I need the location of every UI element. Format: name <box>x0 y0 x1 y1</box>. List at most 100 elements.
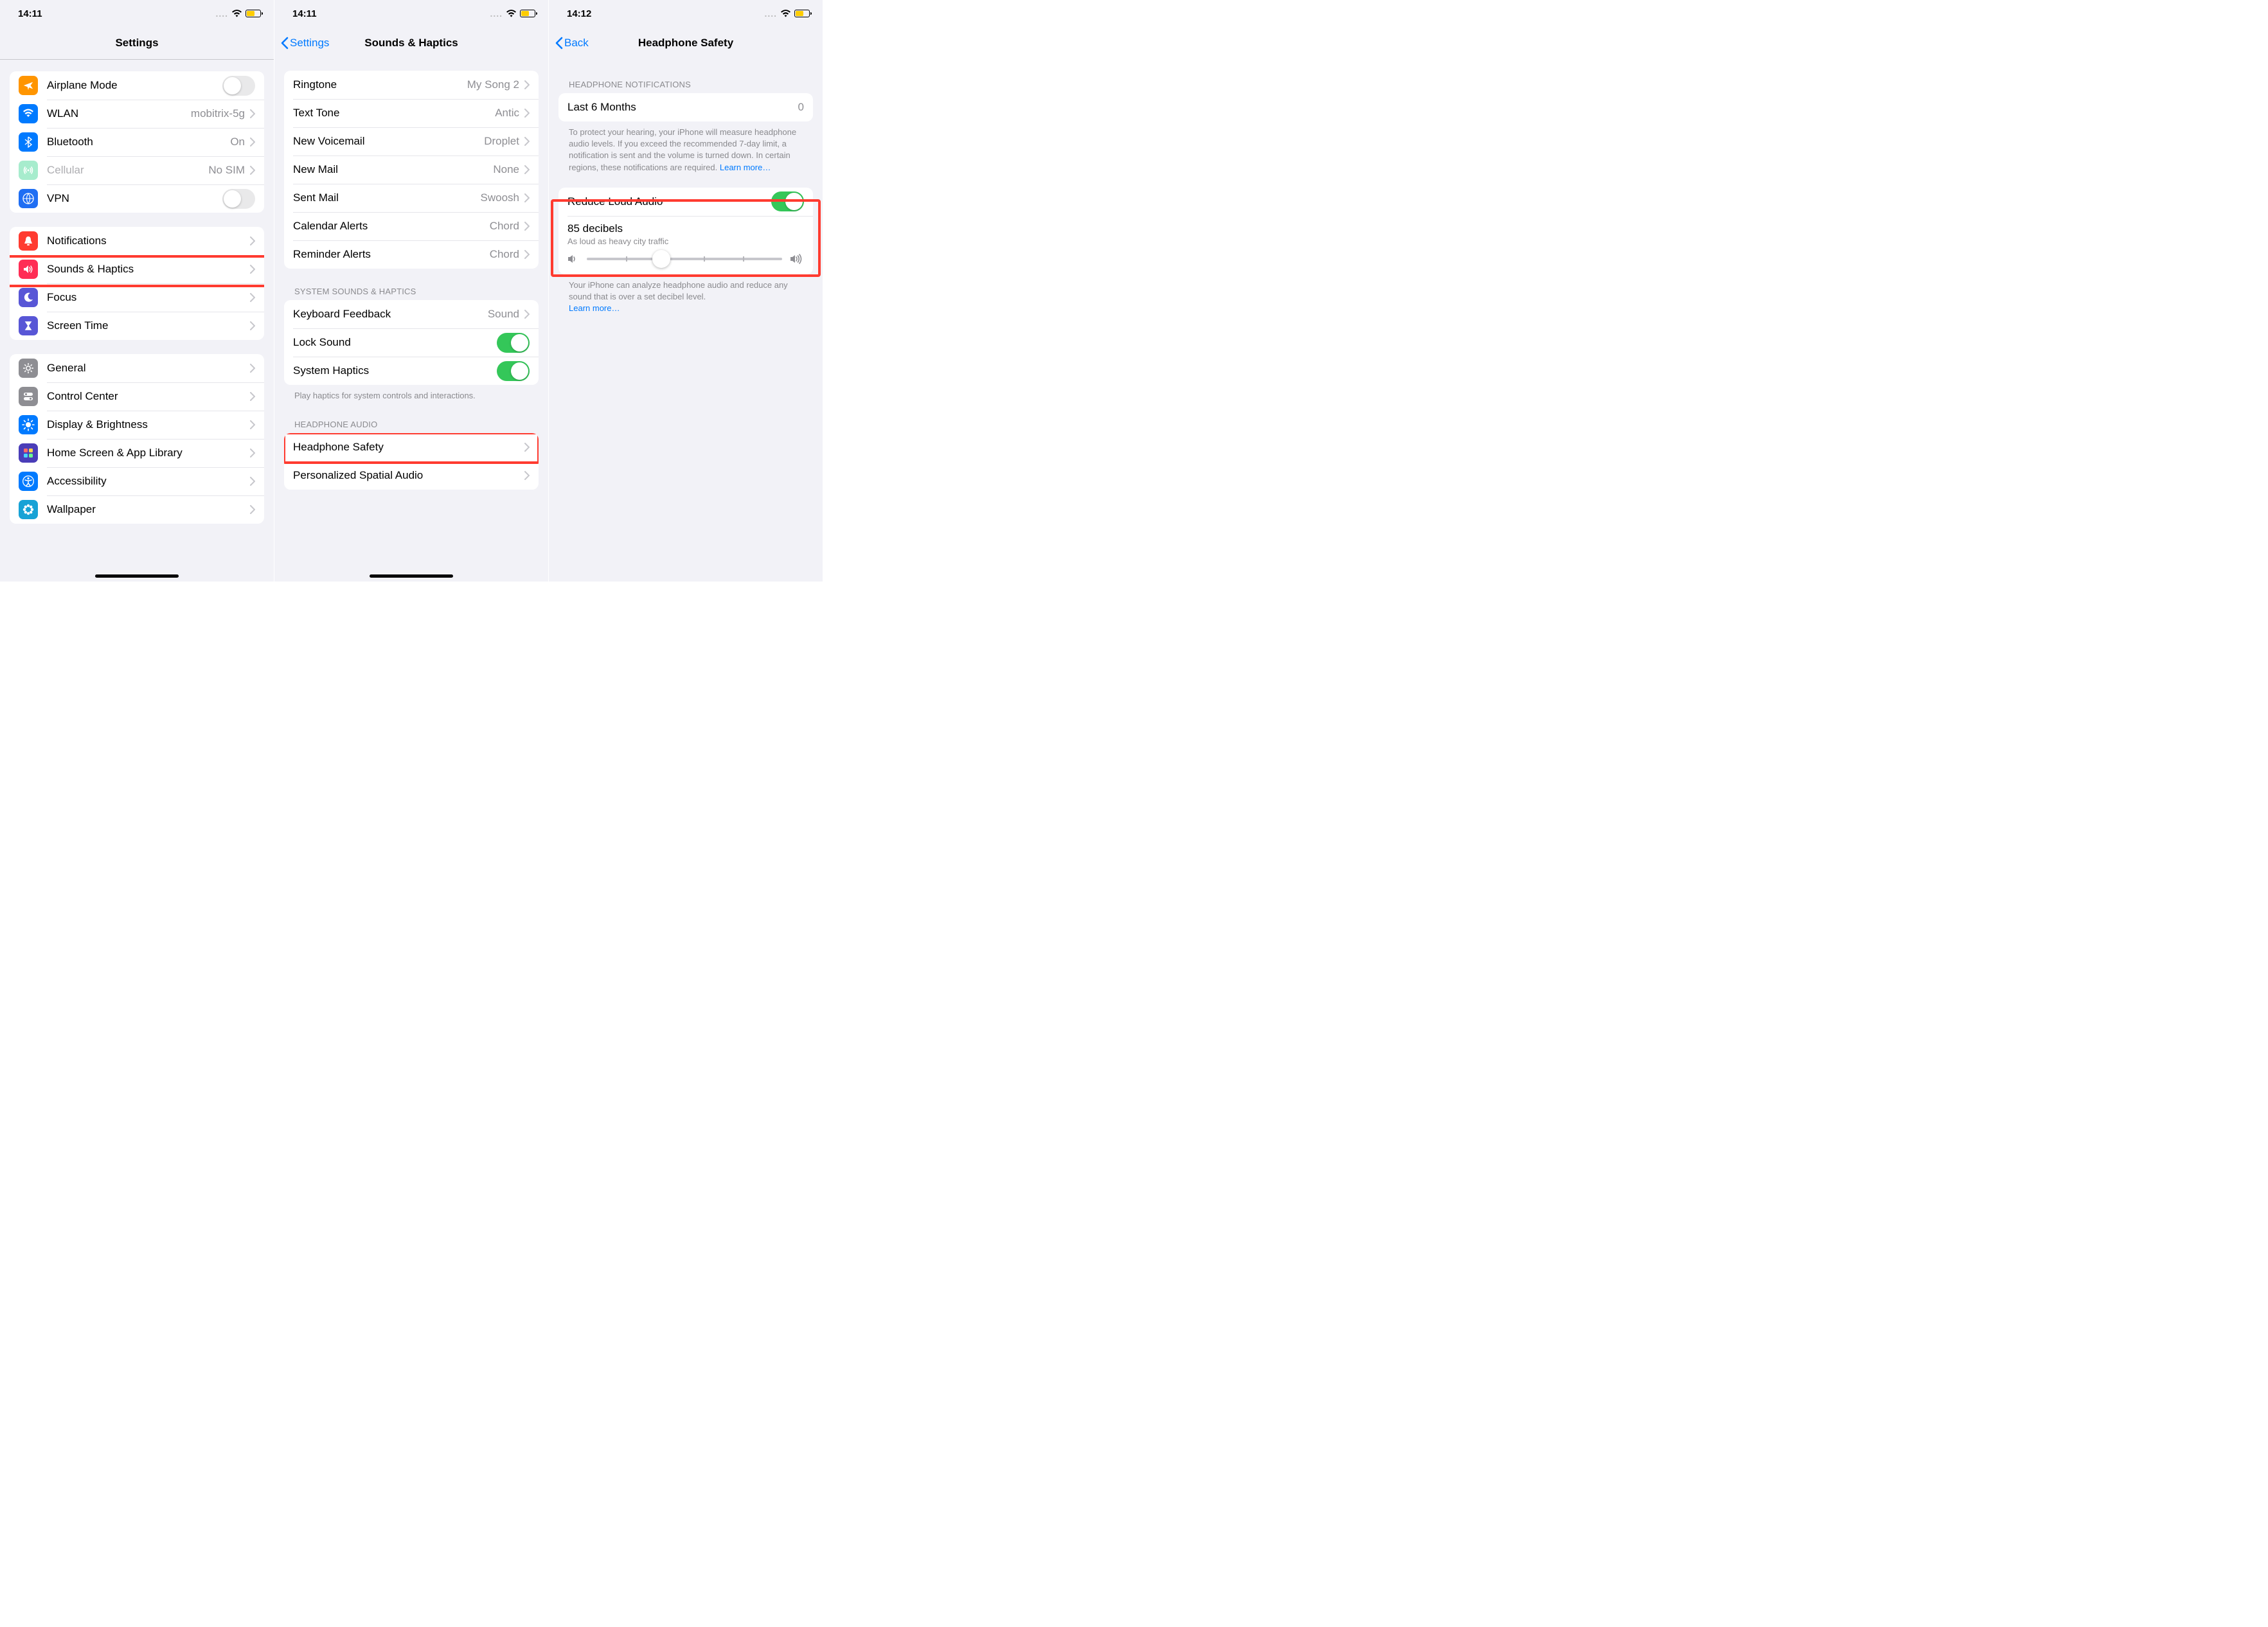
sounds-group-tones: Ringtone My Song 2 Text Tone Antic New V… <box>284 71 539 269</box>
page-title: Headphone Safety <box>549 37 823 49</box>
row-label: Reminder Alerts <box>293 248 490 261</box>
row-label: Screen Time <box>47 319 250 332</box>
volume-high-icon <box>790 254 804 264</box>
back-button[interactable]: Settings <box>274 37 329 49</box>
hourglass-icon <box>19 316 38 335</box>
row-notifications[interactable]: Notifications <box>10 227 264 255</box>
back-label: Settings <box>290 37 329 49</box>
row-screen-time[interactable]: Screen Time <box>10 312 264 340</box>
row-label: VPN <box>47 192 222 205</box>
row-wallpaper[interactable]: Wallpaper <box>10 495 264 524</box>
row-calendar-alerts[interactable]: Calendar Alerts Chord <box>284 212 539 240</box>
row-last-6-months[interactable]: Last 6 Months 0 <box>558 93 813 121</box>
cellular-icon <box>19 161 38 180</box>
chevron-left-icon <box>281 37 289 49</box>
chevron-right-icon <box>524 193 530 202</box>
row-label: Reduce Loud Audio <box>567 195 771 208</box>
row-accessibility[interactable]: Accessibility <box>10 467 264 495</box>
settings-group-general: General Control Center Display & Brightn… <box>10 354 264 524</box>
row-new-mail[interactable]: New Mail None <box>284 156 539 184</box>
row-label: Calendar Alerts <box>293 220 490 233</box>
nav-header: Back Headphone Safety <box>549 27 823 59</box>
group-last-6-months: Last 6 Months 0 <box>558 93 813 121</box>
row-value: Sound <box>488 308 519 321</box>
row-cellular[interactable]: Cellular No SIM <box>10 156 264 184</box>
learn-more-link-2[interactable]: Learn more… <box>569 303 620 313</box>
moon-icon <box>19 288 38 307</box>
chevron-right-icon <box>250 138 255 147</box>
toggle-reduce-loud-audio[interactable] <box>771 191 804 211</box>
row-wlan[interactable]: WLAN mobitrix-5g <box>10 100 264 128</box>
row-value: No SIM <box>208 164 245 177</box>
learn-more-link[interactable]: Learn more… <box>720 163 771 172</box>
row-vpn[interactable]: VPN <box>10 184 264 213</box>
nav-header: Settings Sounds & Haptics <box>274 27 548 59</box>
cell-dots-icon: .... <box>215 8 228 19</box>
toggle-system-haptics[interactable] <box>497 361 530 381</box>
wifi-icon <box>780 10 791 18</box>
sounds-group-system: Keyboard Feedback Sound Lock Sound Syste… <box>284 300 539 385</box>
chevron-right-icon <box>524 471 530 480</box>
section-footer-system: Play haptics for system controls and int… <box>294 390 528 402</box>
row-sent-mail[interactable]: Sent Mail Swoosh <box>284 184 539 212</box>
slider-thumb[interactable] <box>652 250 670 268</box>
phone-headphone-safety: 14:12 .... Back Headphone Safety HEADPHO… <box>549 0 823 582</box>
back-button[interactable]: Back <box>549 37 589 49</box>
row-home-screen[interactable]: Home Screen & App Library <box>10 439 264 467</box>
row-ringtone[interactable]: Ringtone My Song 2 <box>284 71 539 99</box>
row-spatial-audio[interactable]: Personalized Spatial Audio <box>284 461 539 490</box>
row-label: Focus <box>47 291 250 304</box>
row-lock-sound[interactable]: Lock Sound <box>284 328 539 357</box>
row-control-center[interactable]: Control Center <box>10 382 264 411</box>
row-value: mobitrix-5g <box>191 107 245 120</box>
sounds-group-headphone: Headphone Safety Personalized Spatial Au… <box>284 433 539 490</box>
row-value: Chord <box>490 248 519 261</box>
section-header-system: SYSTEM SOUNDS & HAPTICS <box>294 287 539 296</box>
home-indicator[interactable] <box>95 574 179 578</box>
chevron-right-icon <box>250 293 255 302</box>
row-label: Notifications <box>47 235 250 247</box>
row-new-voicemail[interactable]: New Voicemail Droplet <box>284 127 539 156</box>
row-display-brightness[interactable]: Display & Brightness <box>10 411 264 439</box>
row-value: 0 <box>798 101 804 114</box>
row-decibel-slider <box>558 247 813 274</box>
decibel-slider[interactable] <box>587 258 782 260</box>
back-label: Back <box>564 37 589 49</box>
nav-header: Settings <box>0 27 274 59</box>
toggle-airplane[interactable] <box>222 76 255 96</box>
row-reminder-alerts[interactable]: Reminder Alerts Chord <box>284 240 539 269</box>
toggle-lock-sound[interactable] <box>497 333 530 353</box>
row-value: Antic <box>495 107 519 120</box>
home-indicator[interactable] <box>370 574 453 578</box>
toggle-vpn[interactable] <box>222 189 255 209</box>
row-keyboard-feedback[interactable]: Keyboard Feedback Sound <box>284 300 539 328</box>
row-label: Lock Sound <box>293 336 497 349</box>
row-general[interactable]: General <box>10 354 264 382</box>
row-headphone-safety[interactable]: Headphone Safety <box>284 433 539 461</box>
chevron-right-icon <box>250 420 255 429</box>
row-bluetooth[interactable]: Bluetooth On <box>10 128 264 156</box>
row-label: New Voicemail <box>293 135 484 148</box>
row-system-haptics[interactable]: System Haptics <box>284 357 539 385</box>
row-label: Bluetooth <box>47 136 230 148</box>
chevron-right-icon <box>250 236 255 245</box>
row-value: None <box>493 163 519 176</box>
chevron-right-icon <box>250 109 255 118</box>
row-reduce-loud-audio[interactable]: Reduce Loud Audio <box>558 188 813 216</box>
speaker-icon <box>19 260 38 279</box>
row-text-tone[interactable]: Text Tone Antic <box>284 99 539 127</box>
status-time: 14:11 <box>18 8 42 19</box>
accessibility-icon <box>19 472 38 491</box>
apps-icon <box>19 443 38 463</box>
row-sounds-haptics[interactable]: Sounds & Haptics <box>10 255 264 283</box>
row-label: Display & Brightness <box>47 418 250 431</box>
row-airplane-mode[interactable]: Airplane Mode <box>10 71 264 100</box>
globe-icon <box>19 189 38 208</box>
volume-low-icon <box>567 254 579 264</box>
row-label: Last 6 Months <box>567 101 798 114</box>
row-focus[interactable]: Focus <box>10 283 264 312</box>
row-value: My Song 2 <box>467 78 519 91</box>
row-label: Ringtone <box>293 78 467 91</box>
wifi-icon <box>506 10 517 18</box>
row-label: General <box>47 362 250 375</box>
